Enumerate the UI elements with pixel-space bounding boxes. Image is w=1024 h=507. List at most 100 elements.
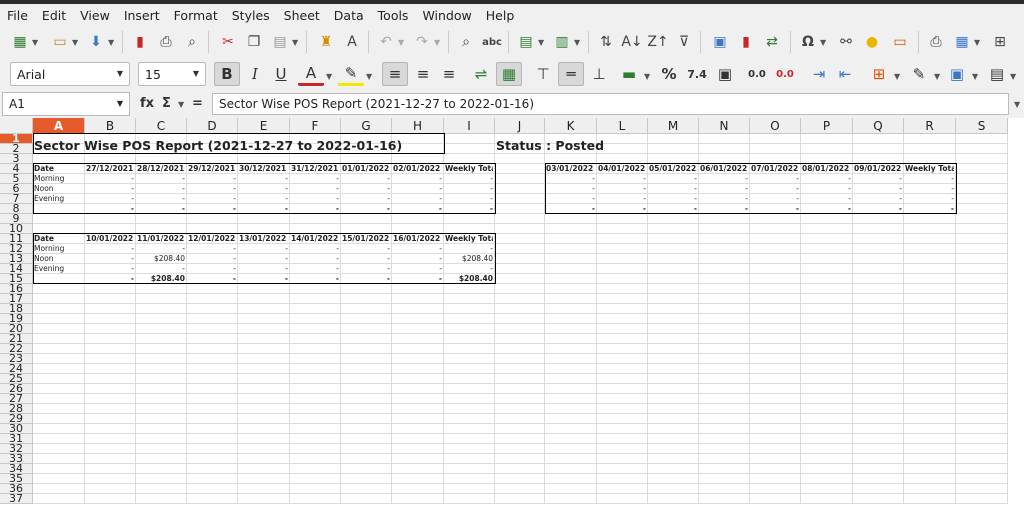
chevron-down-icon[interactable]: ▼ xyxy=(538,38,544,47)
column-header-q[interactable]: Q xyxy=(853,118,904,134)
value-cell[interactable]: - xyxy=(598,174,646,184)
date-header[interactable]: Date xyxy=(34,234,83,244)
value-cell[interactable]: - xyxy=(188,264,236,274)
value-cell[interactable]: - xyxy=(342,244,390,254)
value-cell[interactable]: - xyxy=(393,194,442,204)
menu-edit[interactable]: Edit xyxy=(35,8,73,23)
value-cell[interactable]: - xyxy=(188,184,236,194)
copy-icon[interactable]: ❐ xyxy=(244,32,264,52)
value-cell[interactable]: - xyxy=(291,244,339,254)
chevron-down-icon[interactable]: ▼ xyxy=(972,72,978,81)
menu-data[interactable]: Data xyxy=(327,8,371,23)
shift-label[interactable]: Morning xyxy=(34,174,83,184)
menu-window[interactable]: Window xyxy=(415,8,478,23)
date-column-header[interactable]: 12/01/2022 xyxy=(188,234,236,244)
value-cell[interactable]: - xyxy=(86,184,134,194)
chevron-down-icon[interactable]: ▼ xyxy=(326,72,332,81)
value-cell[interactable]: - xyxy=(342,264,390,274)
date-column-header[interactable]: 01/01/2022 xyxy=(342,164,390,174)
header-footer-icon[interactable]: ▭ xyxy=(890,32,910,52)
value-cell[interactable]: - xyxy=(188,194,236,204)
weekly-value-cell[interactable]: - xyxy=(905,184,954,194)
date-column-header[interactable]: 27/12/2021 xyxy=(86,164,134,174)
sum-icon[interactable]: Σ xyxy=(162,96,171,111)
shift-label[interactable]: Evening xyxy=(34,194,83,204)
value-cell[interactable]: - xyxy=(802,194,851,204)
column-header-e[interactable]: E xyxy=(238,118,290,134)
value-cell[interactable]: - xyxy=(137,174,185,184)
column-header-f[interactable]: F xyxy=(290,118,341,134)
chevron-down-icon[interactable]: ▼ xyxy=(72,38,78,47)
chevron-down-icon[interactable]: ▼ xyxy=(178,100,184,109)
sort-icon[interactable]: ⇅ xyxy=(596,32,616,52)
value-cell[interactable]: - xyxy=(239,254,288,264)
chevron-down-icon[interactable]: ▼ xyxy=(974,38,980,47)
value-cell[interactable]: - xyxy=(393,244,442,254)
export-pdf-icon[interactable]: ▮ xyxy=(130,32,150,52)
date-column-header[interactable]: 15/01/2022 xyxy=(342,234,390,244)
chevron-down-icon[interactable]: ▼ xyxy=(366,72,372,81)
column-header-c[interactable]: C xyxy=(136,118,187,134)
autofilter-icon[interactable]: ⊽ xyxy=(674,32,694,52)
borders-button[interactable]: ⊞ xyxy=(866,62,892,86)
weekly-total-header[interactable]: Weekly Total xyxy=(445,234,493,244)
align-top-button[interactable]: ⊤ xyxy=(530,62,556,86)
find-replace-icon[interactable]: ⌕ xyxy=(456,32,476,52)
value-cell[interactable]: - xyxy=(291,174,339,184)
date-column-header[interactable]: 10/01/2022 xyxy=(86,234,134,244)
date-column-header[interactable]: 09/01/2022 xyxy=(854,164,902,174)
menu-sheet[interactable]: Sheet xyxy=(277,8,327,23)
date-column-header[interactable]: 02/01/2022 xyxy=(393,164,442,174)
column-header-k[interactable]: K xyxy=(545,118,597,134)
weekly-value-cell[interactable]: - xyxy=(445,244,493,254)
value-cell[interactable]: - xyxy=(700,174,748,184)
menu-tools[interactable]: Tools xyxy=(371,8,416,23)
chevron-down-icon[interactable]: ▼ xyxy=(32,38,38,47)
shift-label[interactable]: Noon xyxy=(34,254,83,264)
value-cell[interactable]: - xyxy=(239,194,288,204)
underline-button[interactable]: U xyxy=(268,62,294,86)
weekly-value-cell[interactable]: - xyxy=(445,194,493,204)
chevron-down-icon[interactable]: ▼ xyxy=(1010,72,1016,81)
formula-equals-icon[interactable]: = xyxy=(192,96,203,111)
report-title[interactable]: Sector Wise POS Report (2021-12-27 to 20… xyxy=(34,138,402,153)
value-cell[interactable]: - xyxy=(291,264,339,274)
chevron-down-icon[interactable]: ▼ xyxy=(894,72,900,81)
column-header-o[interactable]: O xyxy=(750,118,801,134)
date-column-header[interactable]: 08/01/2022 xyxy=(802,164,851,174)
status-label[interactable]: Status : Posted xyxy=(496,138,604,153)
value-cell[interactable]: - xyxy=(239,244,288,254)
value-cell[interactable]: - xyxy=(137,194,185,204)
row-header-37[interactable]: 37 xyxy=(0,493,33,504)
comment-icon[interactable]: ● xyxy=(862,32,882,52)
column-header-j[interactable]: J xyxy=(495,118,545,134)
value-cell[interactable]: - xyxy=(649,194,697,204)
column-header-m[interactable]: M xyxy=(648,118,699,134)
name-box[interactable]: A1 ▼ xyxy=(2,92,130,116)
value-cell[interactable]: - xyxy=(393,264,442,274)
open-folder-icon[interactable]: ▭ xyxy=(50,32,70,52)
split-window-icon[interactable]: ⊞ xyxy=(990,32,1010,52)
merge-center-button[interactable]: ▦ xyxy=(496,62,522,86)
date-column-header[interactable]: 07/01/2022 xyxy=(751,164,799,174)
value-cell[interactable]: $208.40 xyxy=(137,254,185,264)
column-header-d[interactable]: D xyxy=(187,118,238,134)
wrap-text-button[interactable]: ⇌ xyxy=(468,62,494,86)
chevron-down-icon[interactable]: ▼ xyxy=(820,38,826,47)
value-cell[interactable]: - xyxy=(137,264,185,274)
align-left-button[interactable]: ≡ xyxy=(382,62,408,86)
print-preview-icon[interactable]: ⌕ xyxy=(182,32,202,52)
value-cell[interactable]: - xyxy=(854,184,902,194)
chevron-down-icon[interactable]: ▼ xyxy=(434,38,440,47)
date-column-header[interactable]: 30/12/2021 xyxy=(239,164,288,174)
column-icon[interactable]: ▥ xyxy=(552,32,572,52)
value-cell[interactable]: - xyxy=(649,174,697,184)
value-cell[interactable]: - xyxy=(751,194,799,204)
value-cell[interactable]: - xyxy=(598,184,646,194)
value-cell[interactable]: - xyxy=(86,194,134,204)
weekly-total-header[interactable]: Weekly Total xyxy=(905,164,954,174)
shift-label[interactable]: Noon xyxy=(34,184,83,194)
value-cell[interactable]: - xyxy=(137,184,185,194)
value-cell[interactable]: - xyxy=(137,244,185,254)
hyperlink-icon[interactable]: ⚯ xyxy=(836,32,856,52)
